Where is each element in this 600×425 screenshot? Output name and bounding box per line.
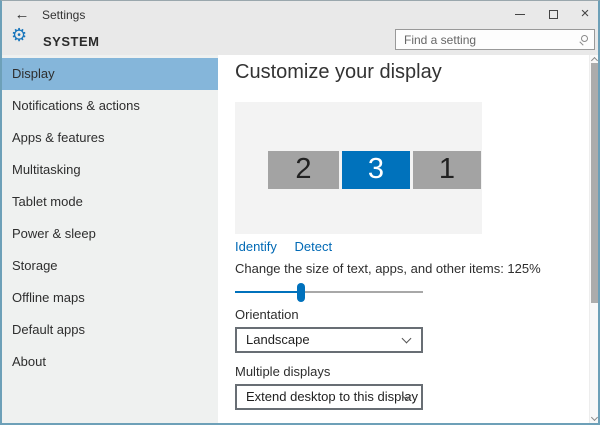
page-title: SYSTEM [43, 34, 99, 49]
close-icon: × [581, 5, 590, 22]
section-heading: Customize your display [235, 61, 442, 84]
monitor-links: Identify Detect [235, 239, 346, 254]
monitor-2[interactable]: 2 [268, 151, 339, 189]
sidebar-item-display[interactable]: Display [2, 58, 218, 90]
maximize-icon [549, 10, 558, 19]
sidebar: Display Notifications & actions Apps & f… [2, 55, 218, 423]
header: ⚙ SYSTEM [2, 28, 598, 55]
identify-link[interactable]: Identify [235, 239, 277, 254]
sidebar-item-about[interactable]: About [2, 346, 218, 378]
titlebar: ← Settings × [2, 1, 598, 28]
sidebar-item-power-sleep[interactable]: Power & sleep [2, 218, 218, 250]
sidebar-item-offline-maps[interactable]: Offline maps [2, 282, 218, 314]
orientation-label: Orientation [235, 307, 299, 322]
multiple-displays-value: Extend desktop to this display [246, 389, 418, 404]
settings-window: ← Settings × ⚙ SYSTEM Display Notificati… [0, 0, 600, 425]
back-button[interactable]: ← [10, 4, 34, 25]
search-input[interactable] [404, 30, 569, 49]
minimize-button[interactable] [505, 1, 535, 27]
display-settings-pane: Customize your display 2 3 1 Identify De… [218, 55, 598, 423]
sidebar-item-notifications-actions[interactable]: Notifications & actions [2, 90, 218, 122]
monitor-3-selected[interactable]: 3 [342, 151, 410, 189]
maximize-button[interactable] [538, 1, 568, 27]
multiple-displays-dropdown[interactable]: Extend desktop to this display [235, 384, 423, 410]
search-icon[interactable] [581, 35, 588, 42]
gear-icon: ⚙ [11, 25, 27, 46]
scroll-down-icon[interactable] [591, 414, 598, 421]
multiple-displays-label: Multiple displays [235, 364, 330, 379]
monitor-arrangement-preview: 2 3 1 [235, 102, 482, 234]
minimize-icon [515, 14, 525, 15]
back-arrow-icon: ← [15, 6, 30, 23]
sidebar-item-apps-features[interactable]: Apps & features [2, 122, 218, 154]
slider-thumb[interactable] [297, 283, 305, 302]
orientation-value: Landscape [246, 332, 310, 347]
scaling-label: Change the size of text, apps, and other… [235, 261, 541, 276]
close-button[interactable]: × [570, 1, 600, 27]
sidebar-item-tablet-mode[interactable]: Tablet mode [2, 186, 218, 218]
sidebar-item-multitasking[interactable]: Multitasking [2, 154, 218, 186]
vertical-scrollbar[interactable] [589, 55, 598, 423]
orientation-dropdown[interactable]: Landscape [235, 327, 423, 353]
window-title: Settings [42, 8, 85, 22]
detect-link[interactable]: Detect [295, 239, 333, 254]
monitor-1[interactable]: 1 [413, 151, 481, 189]
scaling-slider[interactable] [235, 283, 423, 302]
slider-fill [235, 291, 301, 293]
scrollbar-thumb[interactable] [591, 63, 598, 303]
chevron-down-icon [402, 334, 412, 344]
search-box[interactable] [395, 29, 595, 50]
sidebar-item-default-apps[interactable]: Default apps [2, 314, 218, 346]
sidebar-item-storage[interactable]: Storage [2, 250, 218, 282]
